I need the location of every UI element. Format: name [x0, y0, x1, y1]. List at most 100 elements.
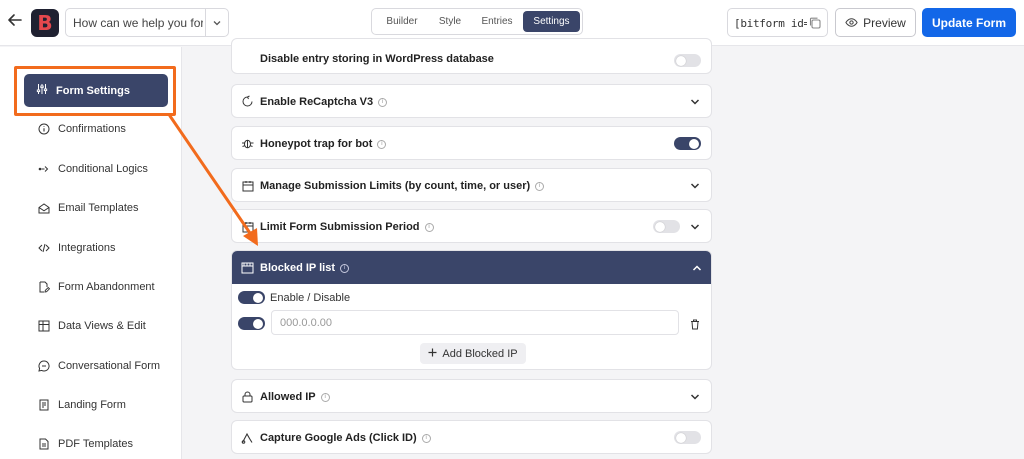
document-edit-icon: [38, 281, 50, 293]
info-icon[interactable]: i: [424, 222, 434, 232]
bitform-logo[interactable]: B: [31, 9, 59, 37]
sidebar-item-label: Integrations: [58, 242, 116, 254]
setting-allowed-ip[interactable]: Allowed IP i: [231, 379, 712, 413]
chevron-down-icon[interactable]: [689, 221, 701, 233]
eye-icon: [845, 18, 858, 27]
info-icon[interactable]: i: [320, 392, 330, 402]
setting-title: Honeypot trap for bot i: [260, 138, 387, 150]
tab-style[interactable]: Style: [429, 11, 471, 32]
honeypot-label: Honeypot trap for bot: [260, 138, 373, 150]
landing-page-icon: [38, 399, 50, 411]
calendar-icon: [241, 179, 254, 192]
honeypot-toggle[interactable]: [674, 137, 701, 150]
setting-title: Limit Form Submission Period i: [260, 221, 434, 233]
google-ads-icon: [241, 431, 254, 444]
setting-title: Capture Google Ads (Click ID) i: [260, 432, 431, 444]
setting-limit-period[interactable]: Limit Form Submission Period i: [231, 209, 712, 243]
setting-submission-limits[interactable]: Manage Submission Limits (by count, time…: [231, 168, 712, 202]
tab-builder[interactable]: Builder: [375, 11, 429, 32]
shortcode-field[interactable]: [bitform id='20': [727, 8, 828, 37]
chevron-down-icon[interactable]: [689, 96, 701, 108]
tab-settings[interactable]: Settings: [523, 11, 580, 32]
blocked-ip-input[interactable]: 000.0.0.00: [271, 310, 679, 335]
form-selector[interactable]: How can we help you for...: [65, 8, 229, 37]
disable-storing-toggle[interactable]: [674, 54, 701, 67]
sidebar-item-label: Data Views & Edit: [58, 320, 146, 332]
setting-honeypot[interactable]: Honeypot trap for bot i: [231, 126, 712, 160]
info-icon[interactable]: i: [535, 181, 545, 191]
limit-period-label: Limit Form Submission Period: [260, 221, 420, 233]
chevron-down-icon[interactable]: [689, 180, 701, 192]
setting-recaptcha[interactable]: Enable ReCaptcha V3 i: [231, 84, 712, 118]
preview-button[interactable]: Preview: [835, 8, 916, 37]
setting-label: Disable entry storing in WordPress datab…: [260, 53, 494, 65]
recaptcha-label: Enable ReCaptcha V3: [260, 96, 374, 108]
sidebar-item-integrations[interactable]: Integrations: [38, 238, 115, 258]
sidebar-item-label: Conditional Logics: [58, 163, 148, 175]
limit-period-toggle[interactable]: [653, 220, 680, 233]
pdf-icon: [38, 438, 50, 450]
blocked-ip-enable-toggle[interactable]: [238, 291, 265, 304]
setting-title: Manage Submission Limits (by count, time…: [260, 180, 545, 192]
calendar-icon: [241, 220, 254, 233]
setting-title: Enable ReCaptcha V3 i: [260, 96, 388, 108]
submission-limits-label: Manage Submission Limits (by count, time…: [260, 180, 531, 192]
annotation-highlight-box: [14, 66, 176, 116]
info-icon[interactable]: i: [378, 97, 388, 107]
setting-blocked-ip: Blocked IP list i Enable / Disable 000.0.…: [231, 250, 712, 370]
sidebar-item-form-abandonment[interactable]: Form Abandonment: [38, 277, 155, 297]
sidebar-item-pdf-templates[interactable]: PDF Templates: [38, 434, 133, 454]
add-blocked-ip-label: Add Blocked IP: [442, 347, 518, 360]
info-icon[interactable]: i: [421, 433, 431, 443]
blocked-list-icon: [241, 261, 254, 279]
info-icon[interactable]: i: [340, 263, 349, 273]
preview-label: Preview: [863, 15, 906, 30]
code-icon: [38, 242, 50, 254]
logic-icon: [38, 163, 50, 175]
setting-title: Blocked IP list i: [260, 262, 349, 274]
sidebar-item-conversational-form[interactable]: Conversational Form: [38, 356, 160, 376]
update-form-button[interactable]: Update Form: [922, 8, 1016, 37]
sidebar-item-data-views[interactable]: Data Views & Edit: [38, 316, 146, 336]
sidebar-item-confirmations[interactable]: Confirmations: [38, 119, 126, 139]
sidebar-item-label: Conversational Form: [58, 360, 161, 372]
chevron-down-icon[interactable]: [205, 9, 228, 36]
sidebar-item-landing-form[interactable]: Landing Form: [38, 395, 126, 415]
recaptcha-icon: [241, 95, 254, 108]
enable-disable-label: Enable / Disable: [270, 292, 351, 304]
info-circle-icon: [38, 123, 50, 135]
plus-icon: [428, 348, 437, 360]
info-icon[interactable]: i: [377, 139, 387, 149]
add-blocked-ip-button[interactable]: Add Blocked IP: [420, 343, 526, 364]
setting-google-ads[interactable]: Capture Google Ads (Click ID) i: [231, 420, 712, 454]
bug-icon: [241, 137, 254, 150]
sidebar-item-email-templates[interactable]: Email Templates: [38, 198, 139, 218]
blocked-ip-title: Blocked IP list: [260, 262, 335, 274]
copy-icon[interactable]: [808, 16, 822, 30]
sidebar-item-label: Confirmations: [58, 123, 126, 135]
sidebar-item-label: PDF Templates: [58, 438, 133, 450]
allowed-ip-label: Allowed IP: [260, 391, 316, 403]
ip-row-toggle[interactable]: [238, 317, 265, 330]
chat-icon: [38, 360, 50, 372]
blocked-ip-header[interactable]: Blocked IP list i: [232, 251, 711, 284]
setting-title: Allowed IP i: [260, 391, 330, 403]
sidebar-item-label: Email Templates: [58, 202, 139, 214]
google-ads-toggle[interactable]: [674, 431, 701, 444]
sidebar-item-conditional-logics[interactable]: Conditional Logics: [38, 159, 148, 179]
google-ads-label: Capture Google Ads (Click ID): [260, 432, 417, 444]
view-tabs: Builder Style Entries Settings: [371, 8, 583, 35]
trash-icon[interactable]: [690, 317, 700, 335]
back-arrow-icon[interactable]: [6, 12, 24, 32]
form-selector-value: How can we help you for...: [73, 16, 203, 30]
chevron-down-icon[interactable]: [689, 391, 701, 403]
table-edit-icon: [38, 320, 50, 332]
shortcode-value: [bitform id='20': [734, 17, 807, 30]
sidebar-item-label: Form Abandonment: [58, 281, 155, 293]
setting-disable-entry-storing[interactable]: Disable entry storing in WordPress datab…: [231, 38, 712, 74]
chevron-up-icon[interactable]: [691, 262, 703, 274]
mail-open-icon: [38, 202, 50, 214]
lock-icon: [241, 390, 254, 403]
ip-placeholder: 000.0.0.00: [280, 317, 332, 329]
tab-entries[interactable]: Entries: [471, 11, 523, 32]
